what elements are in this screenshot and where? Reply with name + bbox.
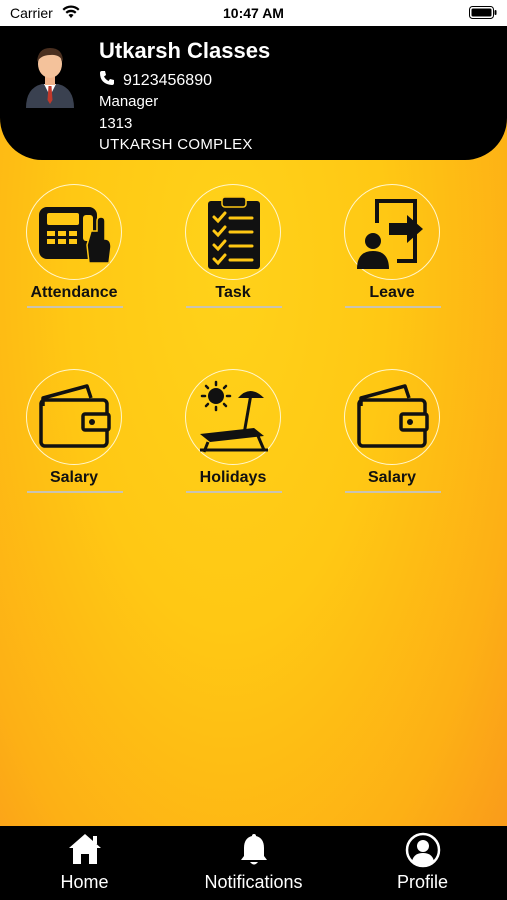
bottom-tab-bar: Home Notifications Profile	[0, 826, 507, 900]
divider	[345, 491, 441, 493]
divider	[186, 491, 282, 493]
clipboard-checklist-icon	[185, 184, 281, 280]
tab-label: Home	[60, 872, 109, 892]
wallet-icon	[344, 369, 440, 465]
phone-row: 9123456890	[99, 70, 212, 91]
tab-label: Notifications	[204, 872, 303, 892]
salary-tile[interactable]: Salary	[14, 369, 134, 499]
battery-icon	[469, 6, 497, 22]
biometric-machine-icon	[26, 184, 122, 280]
beach-chair-icon	[185, 369, 281, 465]
tab-profile[interactable]: Profile	[338, 826, 507, 900]
attendance-tile[interactable]: Attendance	[14, 184, 134, 314]
divider	[27, 491, 123, 493]
salary-tile[interactable]: Salary	[332, 369, 452, 499]
tab-notifications[interactable]: Notifications	[169, 826, 338, 900]
status-bar: Carrier 10:47 AM	[0, 0, 507, 26]
phone-icon	[99, 70, 115, 91]
tile-label: Attendance	[30, 284, 118, 301]
clock: 10:47 AM	[223, 5, 284, 21]
avatar	[20, 44, 80, 108]
person-exit-icon	[344, 184, 440, 280]
divider	[186, 306, 282, 308]
holidays-tile[interactable]: Holidays	[173, 369, 293, 499]
wallet-icon	[26, 369, 122, 465]
tile-label: Holidays	[199, 469, 267, 486]
bell-icon	[240, 834, 267, 865]
tile-label: Task	[215, 284, 251, 301]
profile-header: Utkarsh Classes 9123456890 Manager 1313 …	[0, 26, 507, 160]
tab-label: Profile	[396, 872, 449, 892]
divider	[27, 306, 123, 308]
tab-home[interactable]: Home	[0, 826, 169, 900]
organization-name: Utkarsh Classes	[99, 38, 271, 63]
home-icon	[68, 834, 101, 864]
user-code: 1313	[99, 115, 133, 132]
tile-label: Leave	[369, 284, 415, 301]
tile-label: Salary	[367, 469, 417, 486]
user-role: Manager	[99, 93, 159, 110]
leave-tile[interactable]: Leave	[332, 184, 452, 314]
branch-name: UTKARSH COMPLEX	[99, 136, 253, 153]
profile-icon	[405, 832, 440, 868]
phone-number: 9123456890	[123, 71, 212, 89]
tile-label: Salary	[49, 469, 99, 486]
divider	[345, 306, 441, 308]
task-tile[interactable]: Task	[173, 184, 293, 314]
